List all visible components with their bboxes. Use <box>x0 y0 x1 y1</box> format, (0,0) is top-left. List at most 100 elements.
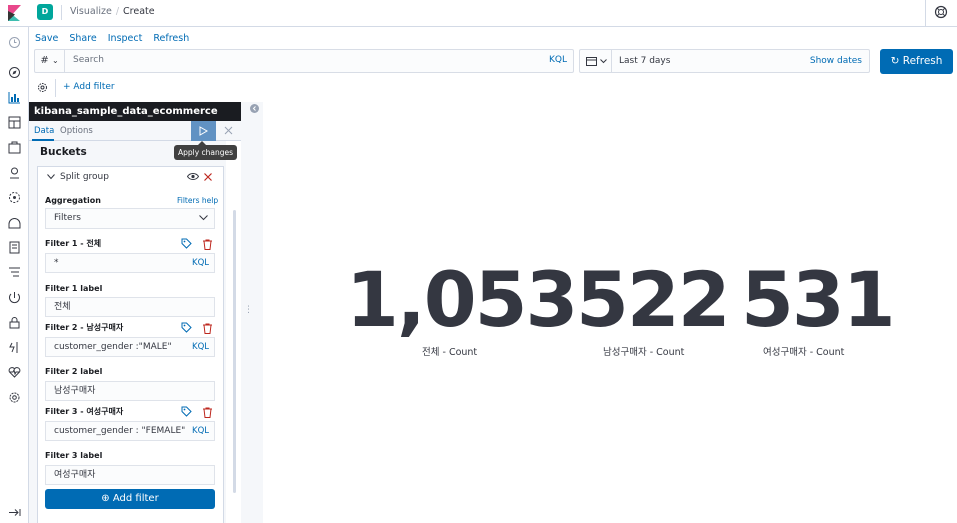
chevron-down-icon: ⌄ <box>51 56 59 65</box>
filter-1-query-input[interactable]: * <box>45 253 215 273</box>
help-globe-icon[interactable] <box>934 5 948 19</box>
apm-icon[interactable] <box>8 266 21 279</box>
chevron-down-icon[interactable] <box>47 174 55 180</box>
time-picker: Last 7 days Show dates <box>579 49 870 73</box>
filter-divider <box>55 79 56 97</box>
filter-2-query-input[interactable]: customer_gender :"MALE" <box>45 337 215 357</box>
metric-label-male: 남성구매자 - Count <box>603 347 685 358</box>
buckets-title: Buckets <box>40 146 87 158</box>
dashboard-icon[interactable] <box>8 116 21 129</box>
remove-close-icon[interactable] <box>204 173 212 181</box>
query-bar: # ⌄ Search KQL <box>34 49 574 73</box>
chevron-down-icon <box>600 59 607 64</box>
metric-value-male: 522 <box>576 255 731 344</box>
trash-icon[interactable] <box>202 323 213 334</box>
search-input[interactable]: Search <box>73 55 104 65</box>
siem-lock-icon[interactable] <box>8 316 21 329</box>
inspect-link[interactable]: Inspect <box>108 33 143 44</box>
filter-3-kql[interactable]: KQL <box>192 426 209 436</box>
aggregation-select[interactable]: Filters <box>45 208 215 229</box>
dev-tools-icon[interactable] <box>8 341 21 354</box>
ml-icon[interactable] <box>8 191 21 204</box>
trash-icon[interactable] <box>202 407 213 418</box>
filter-2-kql[interactable]: KQL <box>192 342 209 352</box>
show-dates-link[interactable]: Show dates <box>810 56 862 66</box>
space-avatar[interactable]: D <box>37 4 53 20</box>
metric-label-female: 여성구매자 - Count <box>763 347 845 358</box>
filter-1-label-value: 전체 <box>54 302 71 312</box>
save-link[interactable]: Save <box>35 33 58 44</box>
refresh-link[interactable]: Refresh <box>153 33 189 44</box>
canvas-icon[interactable] <box>8 141 21 154</box>
calendar-icon <box>586 57 597 66</box>
dock-navigation-icon[interactable] <box>8 506 21 519</box>
refresh-button[interactable]: ↻ Refresh <box>880 49 953 74</box>
filter-options-gear-icon[interactable] <box>37 82 48 93</box>
filter-2-label-title: Filter 2 label <box>45 367 103 376</box>
discard-close-icon[interactable] <box>224 126 233 135</box>
monitoring-heart-icon[interactable] <box>8 366 21 379</box>
query-language-switcher[interactable]: # ⌄ <box>35 50 65 72</box>
play-icon <box>199 126 208 136</box>
metric-value-total: 1,053 <box>346 255 578 344</box>
management-gear-icon[interactable] <box>8 391 21 404</box>
editor-scrollbar[interactable] <box>233 210 236 493</box>
quick-select-button[interactable] <box>580 50 612 72</box>
breadcrumb-visualize[interactable]: Visualize <box>70 6 112 17</box>
index-pattern-title: kibana_sample_data_ecommerce <box>29 102 241 121</box>
breadcrumb-separator: / <box>115 6 120 17</box>
filter-3-title: Filter 3 - 여성구매자 <box>45 407 124 416</box>
chevron-down-icon <box>199 215 208 221</box>
breadcrumb-create: Create <box>123 6 155 17</box>
drag-handle-icon[interactable]: ⋮ <box>244 305 253 315</box>
hash-icon: # <box>40 55 49 66</box>
filters-help-link[interactable]: Filters help <box>177 196 218 205</box>
filter-1-query: * <box>54 258 59 268</box>
plus-circle-icon: ⊕ <box>101 493 110 504</box>
apply-changes-button[interactable] <box>191 121 216 141</box>
split-group-title[interactable]: Split group <box>60 172 109 182</box>
filter-2-query: customer_gender :"MALE" <box>54 342 172 352</box>
top-header: D Visualize / Create <box>0 0 957 27</box>
filter-2-title: Filter 2 - 남성구매자 <box>45 323 124 332</box>
refresh-button-label: Refresh <box>902 55 943 67</box>
refresh-icon: ↻ <box>890 55 900 67</box>
eye-icon[interactable] <box>187 172 199 181</box>
filter-2-label-input[interactable]: 남성구매자 <box>45 381 215 401</box>
breadcrumb: Visualize / Create <box>70 6 155 17</box>
tab-options[interactable]: Options <box>60 126 93 136</box>
filter-1-title: Filter 1 - 전체 <box>45 239 102 248</box>
infrastructure-icon[interactable] <box>8 216 21 229</box>
header-divider <box>925 0 926 27</box>
editor-tabs: Data Options <box>29 121 241 141</box>
visualize-chart-icon[interactable] <box>8 91 21 104</box>
discover-compass-icon[interactable] <box>8 66 21 79</box>
aggregation-value: Filters <box>54 213 81 223</box>
filter-1-label-input[interactable]: 전체 <box>45 297 215 317</box>
kql-toggle[interactable]: KQL <box>549 55 567 65</box>
logs-icon[interactable] <box>8 241 21 254</box>
add-filter-link[interactable]: + Add filter <box>63 82 115 92</box>
filter-1-kql[interactable]: KQL <box>192 258 209 268</box>
tab-data[interactable]: Data <box>34 126 54 136</box>
uptime-icon[interactable] <box>8 291 21 304</box>
tag-icon[interactable] <box>181 406 192 417</box>
collapse-arrow-icon[interactable] <box>250 104 259 113</box>
share-link[interactable]: Share <box>69 33 96 44</box>
recent-clock-icon[interactable] <box>8 36 21 49</box>
time-range-label[interactable]: Last 7 days <box>619 56 670 66</box>
tag-icon[interactable] <box>181 322 192 333</box>
metric-value-female: 531 <box>741 255 896 344</box>
trash-icon[interactable] <box>202 239 213 250</box>
maps-icon[interactable] <box>8 166 21 179</box>
filter-3-label-input[interactable]: 여성구매자 <box>45 465 215 485</box>
tag-icon[interactable] <box>181 238 192 249</box>
filter-3-label-title: Filter 3 label <box>45 451 103 460</box>
top-menu: Save Share Inspect Refresh <box>35 33 200 44</box>
aggregation-label: Aggregation <box>45 196 101 205</box>
filter-3-query: customer_gender : "FEMALE" <box>54 426 186 436</box>
filter-3-query-input[interactable]: customer_gender : "FEMALE" <box>45 421 215 441</box>
add-filter-button-label: Add filter <box>112 493 159 504</box>
kibana-logo[interactable] <box>8 5 21 21</box>
add-filter-button[interactable]: ⊕ Add filter <box>45 489 215 509</box>
